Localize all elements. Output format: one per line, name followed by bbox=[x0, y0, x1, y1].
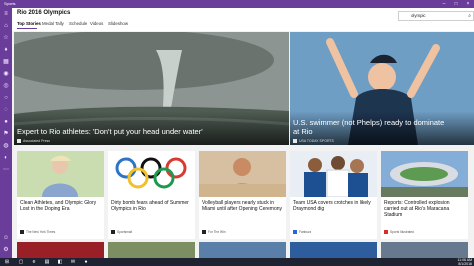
card-image-team-usa bbox=[290, 151, 377, 197]
star-icon[interactable]: ☆ bbox=[2, 34, 10, 42]
racing-icon[interactable]: ◐ bbox=[2, 154, 10, 162]
news-card[interactable]: Reports: Controlled explosion carried ou… bbox=[381, 151, 468, 239]
tab-videos[interactable]: Videos bbox=[90, 21, 103, 26]
window-titlebar: Sports – □ × bbox=[0, 0, 474, 8]
source-logo-icon bbox=[20, 230, 24, 235]
news-card[interactable]: Clean Athletes, and Olympic Glory Lost i… bbox=[17, 151, 104, 239]
card-source-label: Sportsmail bbox=[117, 230, 133, 234]
news-card-partial[interactable] bbox=[17, 242, 104, 258]
news-card-partial[interactable] bbox=[199, 242, 286, 258]
card-title[interactable]: Reports: Controlled explosion carried ou… bbox=[384, 200, 466, 218]
clock-date: 8/1/2016 bbox=[458, 262, 472, 266]
hero-story-left[interactable]: Expert to Rio athletes: 'Don't put your … bbox=[14, 32, 289, 145]
left-nav-rail: ≡ ⌂ ☆ ♦ ▦ ◉ ◎ ○ ◌ ● ⚑ ◍ ◐ ⋯ ☺ ⚙ bbox=[0, 8, 12, 258]
news-card-partial[interactable] bbox=[381, 242, 468, 258]
clock[interactable]: 11:06 AM 8/1/2016 bbox=[457, 258, 472, 266]
source-logo-icon bbox=[293, 139, 297, 143]
hero-story-right[interactable]: U.S. swimmer (not Phelps) ready to domin… bbox=[290, 32, 474, 145]
tab-slideshow[interactable]: Slideshow bbox=[108, 21, 128, 26]
settings-gear-icon[interactable]: ⚙ bbox=[2, 246, 10, 254]
card-image-athlete bbox=[17, 151, 104, 197]
maximize-button[interactable]: □ bbox=[450, 0, 462, 8]
feedback-icon[interactable]: ☺ bbox=[2, 234, 10, 242]
hockey-icon[interactable]: ◌ bbox=[2, 106, 10, 114]
close-button[interactable]: × bbox=[462, 0, 474, 8]
section-title: Rio 2016 Olympics bbox=[17, 10, 71, 16]
card-source-label: For The Win bbox=[208, 230, 226, 234]
store-icon[interactable]: ◧ bbox=[55, 258, 65, 266]
card-title[interactable]: Clean Athletes, and Olympic Glory Lost i… bbox=[20, 200, 102, 212]
card-image-olympic-rings bbox=[108, 151, 195, 197]
tennis-icon[interactable]: ● bbox=[2, 118, 10, 126]
card-title[interactable]: Volleyball players nearly stuck in Miami… bbox=[202, 200, 284, 212]
mail-icon[interactable]: ✉ bbox=[68, 258, 78, 266]
hero-left-source: Associated Press bbox=[17, 139, 50, 143]
news-card[interactable]: Team USA covers crotches in likely Draym… bbox=[290, 151, 377, 239]
news-card-partial[interactable] bbox=[108, 242, 195, 258]
news-card[interactable]: Dirty bomb fears ahead of Summer Olympic… bbox=[108, 151, 195, 239]
card-image-volleyball-player bbox=[199, 151, 286, 197]
card-source-label: Sports Illustrated bbox=[390, 230, 414, 234]
baseball-icon[interactable]: ○ bbox=[2, 94, 10, 102]
card-source-label: The New York Times bbox=[26, 230, 56, 234]
calendar-icon[interactable]: ▦ bbox=[2, 58, 10, 66]
source-logo-icon bbox=[293, 230, 297, 235]
card-source: The New York Times bbox=[20, 230, 56, 235]
card-title[interactable]: Dirty bomb fears ahead of Summer Olympic… bbox=[111, 200, 193, 212]
source-logo-icon bbox=[384, 230, 388, 235]
search-box[interactable]: olympic ⌕ bbox=[398, 11, 474, 21]
tab-medal-tally[interactable]: Medal Tally bbox=[42, 21, 64, 26]
source-logo-icon bbox=[17, 139, 21, 143]
news-card-partial[interactable] bbox=[290, 242, 377, 258]
search-icon[interactable]: ⌕ bbox=[468, 12, 471, 20]
source-logo-icon bbox=[202, 230, 206, 235]
hero-left-title[interactable]: Expert to Rio athletes: 'Don't put your … bbox=[17, 127, 254, 137]
tab-top-stories[interactable]: Top Stories bbox=[17, 21, 41, 26]
hero-right-source-label: USA TODAY SPORTS bbox=[299, 138, 334, 143]
file-explorer-icon[interactable]: ▤ bbox=[42, 258, 52, 266]
trophy-icon[interactable]: ♦ bbox=[2, 46, 10, 54]
card-image-stadium bbox=[381, 151, 468, 197]
football-icon[interactable]: ◉ bbox=[2, 70, 10, 78]
more-icon[interactable]: ⋯ bbox=[2, 166, 10, 174]
card-source: Fanbuzz bbox=[293, 230, 312, 235]
card-source: Sportsmail bbox=[111, 230, 133, 235]
tab-schedule[interactable]: Schedule bbox=[69, 21, 87, 26]
active-tab-indicator bbox=[17, 28, 37, 29]
card-title[interactable]: Team USA covers crotches in likely Draym… bbox=[293, 200, 375, 212]
task-view-icon[interactable]: ▢ bbox=[16, 258, 26, 266]
hero-left-source-label: Associated Press bbox=[23, 138, 51, 143]
card-source: For The Win bbox=[202, 230, 226, 235]
sports-app-icon[interactable]: ● bbox=[81, 258, 91, 266]
hero-right-title[interactable]: U.S. swimmer (not Phelps) ready to domin… bbox=[293, 118, 451, 136]
hero-right-source: USA TODAY SPORTS bbox=[293, 139, 334, 143]
source-logo-icon bbox=[111, 230, 115, 235]
search-input[interactable]: olympic bbox=[411, 12, 426, 20]
window-title: Sports bbox=[4, 1, 16, 6]
windows-taskbar: ⊞ ▢ e ▤ ◧ ✉ ● 11:06 AM 8/1/2016 bbox=[0, 258, 474, 266]
golf-icon[interactable]: ⚑ bbox=[2, 130, 10, 138]
basketball-icon[interactable]: ◎ bbox=[2, 82, 10, 90]
hamburger-menu-icon[interactable]: ≡ bbox=[2, 10, 10, 18]
windows-start-icon[interactable]: ⊞ bbox=[2, 258, 12, 266]
home-icon[interactable]: ⌂ bbox=[2, 22, 10, 30]
page-header: Rio 2016 Olympics Top Stories Medal Tall… bbox=[12, 8, 474, 31]
card-source-label: Fanbuzz bbox=[299, 230, 312, 234]
news-card[interactable]: Volleyball players nearly stuck in Miami… bbox=[199, 151, 286, 239]
minimize-button[interactable]: – bbox=[438, 0, 450, 8]
edge-browser-icon[interactable]: e bbox=[29, 258, 39, 266]
card-source: Sports Illustrated bbox=[384, 230, 414, 235]
soccer-icon[interactable]: ◍ bbox=[2, 142, 10, 150]
